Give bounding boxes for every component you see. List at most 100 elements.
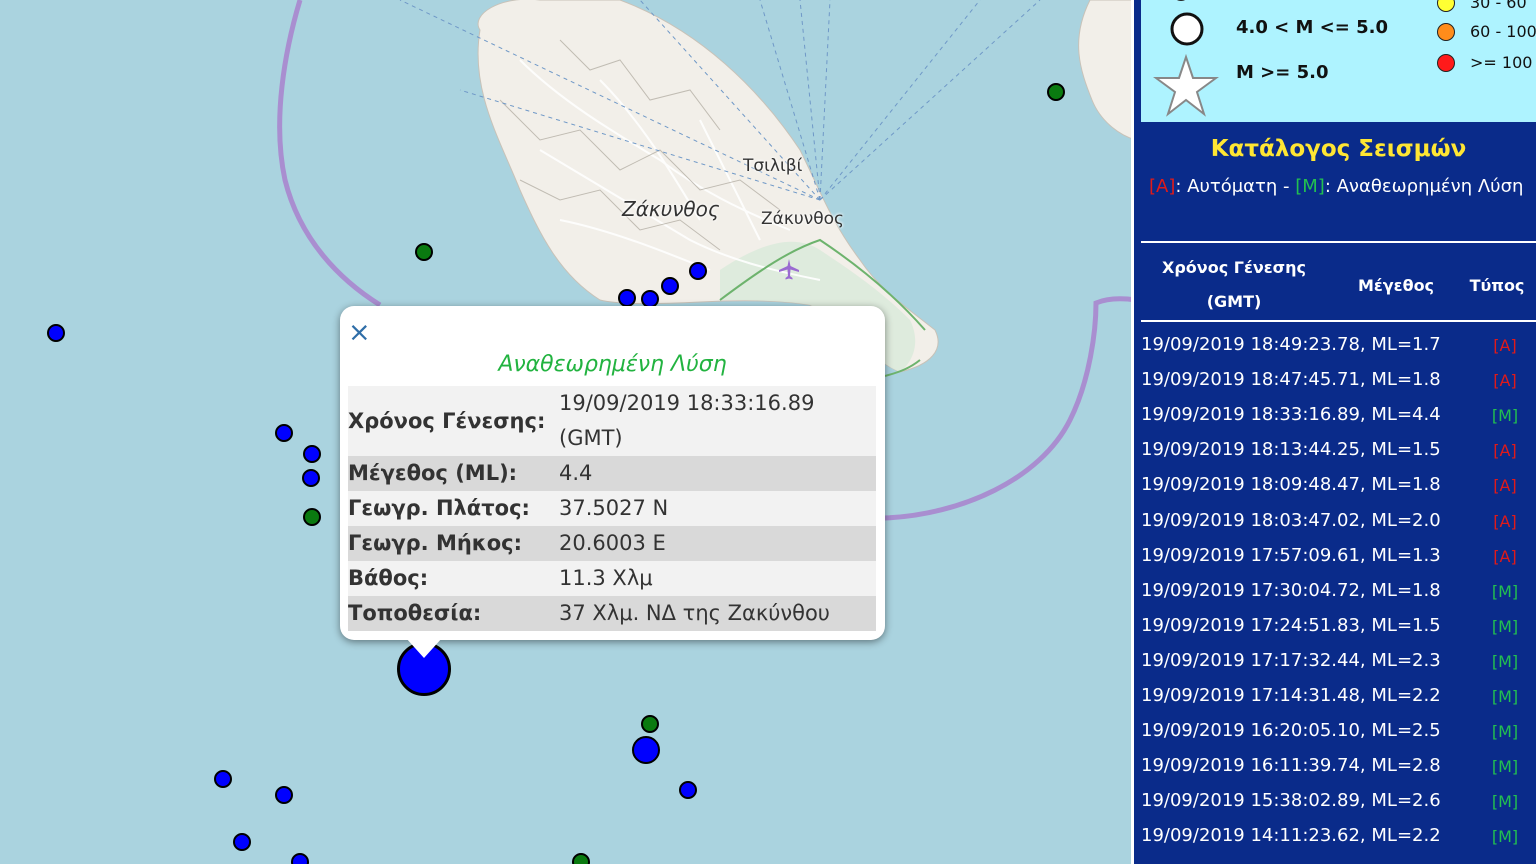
earthquake-marker[interactable] bbox=[291, 853, 309, 864]
earthquake-marker[interactable] bbox=[572, 853, 590, 864]
catalog-row-text[interactable]: 19/09/2019 18:47:45.71, ML=1.8 bbox=[1141, 369, 1441, 390]
catalog-row[interactable]: 19/09/2019 16:20:05.10, ML=2.5 [M] bbox=[1141, 714, 1536, 749]
close-icon[interactable]: × bbox=[348, 318, 372, 348]
catalog-row-text[interactable]: 19/09/2019 17:14:31.48, ML=2.2 bbox=[1141, 685, 1441, 706]
catalog-row[interactable]: 19/09/2019 18:13:44.25, ML=1.5 [A] bbox=[1141, 433, 1536, 468]
catalog-row[interactable]: 19/09/2019 17:17:32.44, ML=2.3 [M] bbox=[1141, 644, 1536, 679]
catalog-row[interactable]: 19/09/2019 18:03:47.02, ML=2.0 [A] bbox=[1141, 504, 1536, 539]
catalog-row-text[interactable]: 19/09/2019 14:11:23.62, ML=2.2 bbox=[1141, 825, 1441, 846]
catalog-legend: [A]: Αυτόματη - [M]: Αναθεωρημένη Λύση bbox=[1149, 176, 1523, 197]
popup-row-depth: Βάθος: 11.3 Χλμ bbox=[348, 561, 876, 596]
popup-value: 37.5027 N bbox=[559, 496, 669, 520]
catalog-row-type: [A] bbox=[1493, 546, 1517, 566]
column-header-magnitude[interactable]: Μέγεθος bbox=[1346, 276, 1446, 295]
catalog-row-text[interactable]: 19/09/2019 16:20:05.10, ML=2.5 bbox=[1141, 720, 1441, 741]
catalog-row-type: [M] bbox=[1491, 651, 1519, 671]
earthquake-marker[interactable] bbox=[47, 324, 65, 342]
earthquake-marker[interactable] bbox=[618, 289, 636, 307]
catalog-row-type: [A] bbox=[1493, 476, 1517, 496]
earthquake-marker[interactable] bbox=[679, 781, 697, 799]
earthquake-marker[interactable] bbox=[302, 469, 320, 487]
legend-depth-label: 60 - 100 bbox=[1470, 22, 1536, 41]
rev-tag: [M] bbox=[1295, 176, 1325, 197]
catalog-row-type: [A] bbox=[1493, 441, 1517, 461]
earthquake-marker[interactable] bbox=[641, 715, 659, 733]
catalog-row-type: [M] bbox=[1491, 687, 1519, 706]
catalog-row-text[interactable]: 19/09/2019 17:57:09.61, ML=1.3 bbox=[1141, 545, 1441, 566]
popup-value: 20.6003 E bbox=[559, 531, 666, 555]
divider bbox=[1141, 241, 1536, 243]
catalog-row[interactable]: 19/09/2019 18:09:48.47, ML=1.8 [A] bbox=[1141, 468, 1536, 503]
catalog-row-text[interactable]: 19/09/2019 18:13:44.25, ML=1.5 bbox=[1141, 439, 1441, 460]
earthquake-marker[interactable] bbox=[415, 243, 433, 261]
earthquake-marker[interactable] bbox=[214, 770, 232, 788]
catalog-row-text[interactable]: 19/09/2019 17:24:51.83, ML=1.5 bbox=[1141, 615, 1441, 636]
catalog-row-text[interactable]: 19/09/2019 18:09:48.47, ML=1.8 bbox=[1141, 474, 1441, 495]
popup-row-location: Τοποθεσία: 37 Χλμ. ΝΔ της Ζακύνθου bbox=[348, 596, 876, 631]
catalog-row[interactable]: 19/09/2019 14:11:23.62, ML=2.2 [M] bbox=[1141, 819, 1536, 854]
catalog-row[interactable]: 19/09/2019 16:11:39.74, ML=2.8 [M] bbox=[1141, 749, 1536, 784]
column-header-time[interactable]: Χρόνος Γένεσης bbox=[1146, 258, 1322, 277]
catalog-row-text[interactable]: 19/09/2019 18:33:16.89, ML=4.4 bbox=[1141, 404, 1441, 425]
popup-label: Χρόνος Γένεσης: bbox=[348, 409, 546, 433]
catalog-row-type: [A] bbox=[1493, 511, 1517, 531]
catalog-row-text[interactable]: 19/09/2019 17:30:04.72, ML=1.8 bbox=[1141, 580, 1441, 601]
earthquake-marker[interactable] bbox=[303, 445, 321, 463]
legend-mag-label: 4.0 < M <= 5.0 bbox=[1236, 17, 1388, 38]
earthquake-marker[interactable] bbox=[632, 736, 660, 764]
popup-value: 37 Χλμ. ΝΔ της Ζακύνθου bbox=[559, 601, 830, 625]
depth-dot-icon bbox=[1437, 0, 1455, 12]
popup-row-magnitude: Μέγεθος (ML): 4.4 bbox=[348, 456, 876, 491]
town-label-zakynthos: Ζάκυνθος bbox=[761, 209, 844, 229]
popup-label: Βάθος: bbox=[348, 566, 429, 590]
popup-label: Γεωγρ. Πλάτος: bbox=[348, 496, 530, 520]
star-icon bbox=[1153, 54, 1219, 117]
legend-depth-label: 30 - 60 bbox=[1470, 0, 1527, 12]
catalog-row-type: [M] bbox=[1491, 581, 1519, 601]
catalog-row[interactable]: 19/09/2019 18:49:23.78, ML=1.7 [A] bbox=[1141, 328, 1536, 363]
popup-tip bbox=[406, 638, 442, 658]
catalog-row-type: [M] bbox=[1491, 616, 1519, 636]
popup-label: Γεωγρ. Μήκος: bbox=[348, 531, 522, 555]
legend-depth-label: >= 100 bbox=[1470, 53, 1533, 72]
earthquake-marker[interactable] bbox=[661, 277, 679, 295]
airplane-icon bbox=[779, 259, 799, 280]
catalog-row-text[interactable]: 19/09/2019 15:38:02.89, ML=2.6 bbox=[1141, 790, 1441, 811]
catalog-row-text[interactable]: 19/09/2019 18:49:23.78, ML=1.7 bbox=[1141, 334, 1441, 355]
legend: 4.0 < M <= 5.0 M >= 5.0 30 - 60 60 - 100… bbox=[1141, 0, 1536, 122]
earthquake-marker[interactable] bbox=[275, 786, 293, 804]
island-label: Ζάκυνθος bbox=[622, 197, 720, 221]
earthquake-marker[interactable] bbox=[689, 262, 707, 280]
earthquake-marker[interactable] bbox=[233, 833, 251, 851]
popup-value: 19/09/2019 18:33:16.89 (GMT) bbox=[559, 391, 815, 450]
popup-label: Μέγεθος (ML): bbox=[348, 461, 518, 485]
circle-small-icon bbox=[1176, 0, 1186, 1]
catalog-row[interactable]: 19/09/2019 18:47:45.71, ML=1.8 [A] bbox=[1141, 363, 1536, 398]
catalog-row[interactable]: 19/09/2019 17:57:09.61, ML=1.3 [A] bbox=[1141, 539, 1536, 574]
column-header-type[interactable]: Τύπος bbox=[1461, 276, 1533, 295]
auto-text: : Αυτόματη - bbox=[1175, 176, 1296, 197]
catalog-row[interactable]: 19/09/2019 17:24:51.83, ML=1.5 [M] bbox=[1141, 609, 1536, 644]
earthquake-marker[interactable] bbox=[303, 508, 321, 526]
popup-row-latitude: Γεωγρ. Πλάτος: 37.5027 N bbox=[348, 491, 876, 526]
catalog-row[interactable]: 19/09/2019 17:14:31.48, ML=2.2 [M] bbox=[1141, 679, 1536, 714]
catalog-row-text[interactable]: 19/09/2019 16:11:39.74, ML=2.8 bbox=[1141, 755, 1441, 776]
depth-dot-icon bbox=[1437, 23, 1455, 41]
catalog-row-text[interactable]: 19/09/2019 18:03:47.02, ML=2.0 bbox=[1141, 510, 1441, 531]
column-header-time-unit: (GMT) bbox=[1206, 292, 1262, 311]
earthquake-marker[interactable] bbox=[275, 424, 293, 442]
catalog-row-type: [A] bbox=[1493, 336, 1517, 355]
catalog-row[interactable]: 19/09/2019 18:33:16.89, ML=4.4 [M] bbox=[1141, 398, 1536, 433]
catalog-row-type: [M] bbox=[1491, 827, 1519, 847]
popup-title: Αναθεωρημένη Λύση bbox=[498, 352, 727, 377]
earthquake-marker[interactable] bbox=[1047, 83, 1065, 101]
map-view[interactable]: Τσιλιβί Ζάκυνθος Ζάκυνθος × Αναθεωρημένη… bbox=[0, 0, 1136, 864]
legend-mag-label: M >= 5.0 bbox=[1236, 62, 1329, 83]
auto-tag: [A] bbox=[1149, 176, 1176, 197]
popup-row-longitude: Γεωγρ. Μήκος: 20.6003 E bbox=[348, 526, 876, 561]
catalog-row-text[interactable]: 19/09/2019 17:17:32.44, ML=2.3 bbox=[1141, 650, 1441, 671]
catalog-row-type: [M] bbox=[1491, 757, 1519, 777]
catalog-row[interactable]: 19/09/2019 15:38:02.89, ML=2.6 [M] bbox=[1141, 784, 1536, 819]
catalog-row[interactable]: 19/09/2019 17:30:04.72, ML=1.8 [M] bbox=[1141, 574, 1536, 609]
popup-value: 4.4 bbox=[559, 461, 593, 485]
